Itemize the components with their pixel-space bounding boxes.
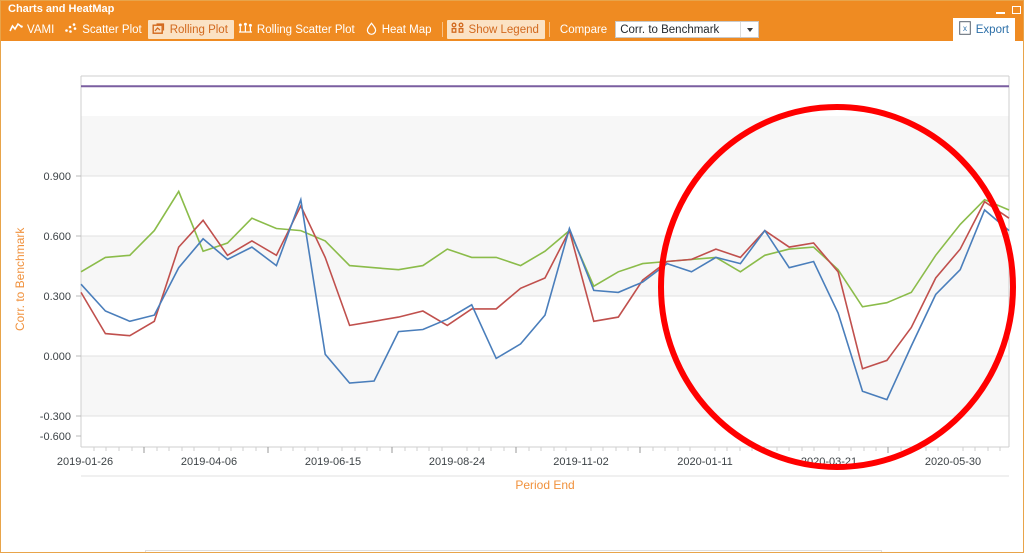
y-tick-label: 0.300: [43, 291, 71, 303]
x-tick-label: 2019-06-15: [305, 456, 361, 468]
x-tick-label: 2020-01-11: [677, 456, 732, 468]
toolbar-separator-1: [442, 22, 443, 37]
x-axis-ticks: [94, 447, 1000, 451]
y-axis-ticks: [76, 176, 81, 476]
heat-map-icon: [365, 22, 378, 38]
toolbar-item-heat-map-label: Heat Map: [382, 24, 432, 36]
minimize-icon[interactable]: [996, 12, 1005, 14]
scatter-plot-icon: [64, 22, 78, 37]
compare-label: Compare: [554, 24, 613, 36]
charts-and-heatmap-window: Charts and HeatMap VAMI: [0, 0, 1024, 553]
y-tick-label: -0.300: [40, 411, 71, 423]
chart-panel: 0.900 0.600 0.300 0.000 -0.300 -0.600 Co…: [1, 41, 1024, 553]
y-tick-label: 0.900: [43, 171, 71, 183]
window-titlebar: Charts and HeatMap: [1, 1, 1024, 18]
compare-dropdown-value: Corr. to Benchmark: [616, 24, 740, 36]
toolbar-right-group: x Export: [953, 18, 1024, 41]
export-file-icon: x: [959, 21, 971, 38]
toolbar-separator-2: [549, 22, 550, 37]
plot-band: [81, 116, 1009, 176]
y-axis-title: Corr. to Benchmark: [13, 227, 27, 331]
y-axis-tick-labels: 0.900 0.600 0.300 0.000 -0.300 -0.600: [40, 171, 71, 443]
window-title: Charts and HeatMap: [8, 3, 114, 15]
x-tick-label: 2019-04-06: [181, 456, 237, 468]
plot-band: [81, 356, 1009, 416]
y-tick-label: 0.000: [43, 351, 71, 363]
chevron-down-icon[interactable]: [740, 22, 758, 37]
vami-line-icon: [9, 22, 23, 37]
window-controls: [996, 1, 1021, 18]
x-tick-label: 2019-11-02: [553, 456, 608, 468]
maximize-icon[interactable]: [1012, 6, 1021, 14]
chart-toolbar: VAMI Scatter Plot: [1, 18, 1024, 41]
toolbar-item-scatter-plot-label: Scatter Plot: [82, 24, 141, 36]
toolbar-item-rolling-scatter-plot[interactable]: Rolling Scatter Plot: [234, 20, 361, 39]
toolbar-item-show-legend-label: Show Legend: [469, 24, 539, 36]
y-tick-label: -0.600: [40, 431, 71, 443]
rolling-plot-icon: [152, 22, 166, 37]
x-tick-label: 2019-08-24: [429, 456, 485, 468]
toolbar-item-vami-label: VAMI: [27, 24, 54, 36]
toolbar-item-scatter-plot[interactable]: Scatter Plot: [60, 20, 147, 39]
show-legend-icon: [451, 22, 465, 37]
toolbar-item-rolling-scatter-plot-label: Rolling Scatter Plot: [257, 24, 355, 36]
compare-dropdown[interactable]: Corr. to Benchmark: [615, 21, 759, 38]
toolbar-item-rolling-plot[interactable]: Rolling Plot: [148, 20, 234, 39]
y-tick-label: 0.600: [43, 231, 71, 243]
export-button[interactable]: x Export: [953, 18, 1015, 41]
x-tick-label: 2020-05-30: [925, 456, 981, 468]
rolling-scatter-plot-icon: [238, 22, 253, 37]
svg-text:x: x: [963, 24, 967, 33]
toolbar-item-show-legend[interactable]: Show Legend: [447, 20, 545, 39]
toolbar-item-rolling-plot-label: Rolling Plot: [170, 24, 228, 36]
x-tick-label: 2019-01-26: [57, 456, 113, 468]
x-axis-title: Period End: [515, 478, 574, 492]
rolling-correlation-chart[interactable]: 0.900 0.600 0.300 0.000 -0.300 -0.600 Co…: [1, 41, 1024, 553]
toolbar-item-vami[interactable]: VAMI: [5, 20, 60, 39]
toolbar-item-heat-map[interactable]: Heat Map: [361, 20, 438, 39]
export-button-label: Export: [976, 24, 1009, 36]
